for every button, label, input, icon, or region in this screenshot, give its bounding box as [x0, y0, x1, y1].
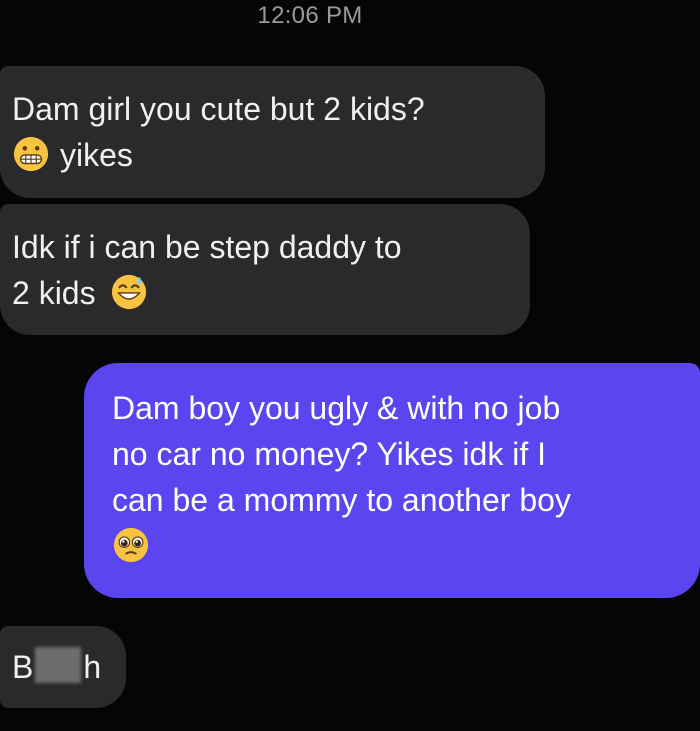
- message-timestamp: 12:06 PM: [257, 2, 363, 29]
- incoming-message-bubble[interactable]: Bh: [0, 626, 126, 708]
- message-text-line: Dam girl you cute but 2 kids?: [12, 91, 425, 127]
- message-text-line: can be a mommy to another boy: [112, 482, 571, 518]
- message-text-line: [112, 523, 682, 569]
- message-text: yikes: [60, 137, 133, 173]
- censor-blur: [35, 647, 82, 683]
- message-text-line: Idk if i can be step daddy to: [12, 229, 402, 265]
- pleading-face-icon: [112, 526, 150, 564]
- grimacing-face-icon: [12, 135, 50, 173]
- message-text-suffix: h: [83, 649, 102, 685]
- message-text: 2 kids: [12, 275, 96, 311]
- incoming-message-bubble[interactable]: Idk if i can be step daddy to 2 kids: [0, 204, 530, 335]
- message-text-line: Dam boy you ugly & with no job: [112, 390, 561, 426]
- incoming-message-bubble[interactable]: Dam girl you cute but 2 kids? yikes: [0, 66, 545, 198]
- message-text-line: 2 kids: [12, 270, 516, 316]
- message-text-line: yikes: [12, 132, 531, 178]
- message-text-prefix: B: [12, 649, 34, 685]
- message-text-line: Bh: [12, 644, 126, 690]
- message-text-line: no car no money? Yikes idk if I: [112, 436, 546, 472]
- outgoing-message-bubble[interactable]: Dam boy you ugly & with no job no car no…: [84, 363, 700, 598]
- grinning-face-with-sweat-icon: [110, 273, 148, 311]
- conversation-screen: 12:06 PM Dam girl you cute but 2 kids? y…: [0, 0, 700, 731]
